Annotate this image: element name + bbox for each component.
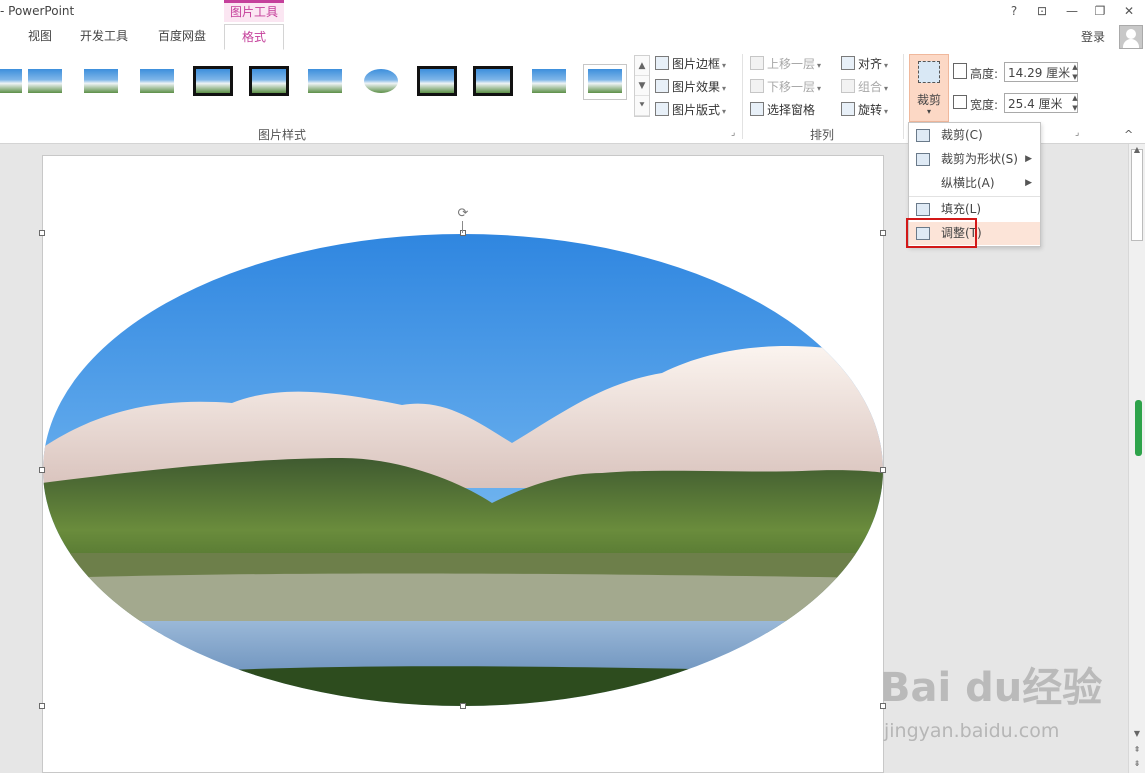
picture-style-thumb[interactable] [80, 65, 122, 99]
arrange-group-label: 排列 [810, 128, 835, 142]
picture-style-thumb[interactable] [304, 65, 346, 99]
ribbon-display-options-button[interactable]: ⊡ [1032, 2, 1052, 20]
picture-styles-launcher-icon[interactable]: ⌟ [731, 128, 735, 138]
user-avatar-icon[interactable] [1119, 25, 1143, 49]
picture-style-thumb[interactable] [583, 64, 627, 100]
menu-divider [909, 196, 1040, 197]
rotate-icon [841, 102, 855, 116]
selection-pane-icon [750, 102, 764, 116]
tab-developer[interactable]: 开发工具 [80, 24, 128, 50]
submenu-arrow-icon: ▶ [1025, 154, 1032, 164]
picture-effects-icon [655, 79, 669, 93]
title-bar [0, 0, 1145, 24]
height-label: 高度: [970, 67, 999, 81]
group-icon [841, 79, 855, 93]
minimize-button[interactable]: — [1062, 2, 1082, 20]
resize-handle[interactable] [39, 230, 45, 236]
crop-button[interactable]: 裁剪 ▾ [909, 54, 949, 122]
picture-layout-icon [655, 102, 669, 116]
ribbon-tab-row: 视图 开发工具 百度网盘 格式 登录 [0, 24, 1145, 51]
close-button[interactable]: ✕ [1119, 2, 1139, 20]
picture-effects-button[interactable]: 图片效果 ▾ [655, 77, 726, 97]
styles-gallery-scroller: ▲ ▼ ⯆ [634, 55, 650, 117]
tab-view[interactable]: 视图 [28, 24, 52, 50]
menu-item-crop[interactable]: 裁剪(C) [909, 124, 1040, 147]
picture-tools-context-label: 图片工具 [224, 0, 284, 22]
align-icon [841, 56, 855, 70]
scroll-up-icon[interactable]: ▲ [1129, 144, 1145, 156]
picture-layout-button[interactable]: 图片版式 ▾ [655, 100, 726, 120]
bring-forward-button[interactable]: 上移一层 ▾ [750, 54, 821, 74]
picture-content [43, 234, 883, 706]
resize-handle[interactable] [880, 467, 886, 473]
rotate-handle-icon[interactable]: ⟳ [456, 207, 470, 221]
picture-border-button[interactable]: 图片边框 ▾ [655, 54, 726, 74]
crop-to-shape-icon [916, 153, 930, 166]
group-separator [742, 54, 743, 139]
restore-button[interactable]: ❐ [1090, 2, 1110, 20]
next-slide-icon[interactable]: ⇟ [1129, 758, 1145, 770]
selected-picture[interactable] [42, 233, 884, 707]
picture-style-thumb[interactable] [472, 65, 514, 99]
collapse-ribbon-icon[interactable]: ^ [1124, 128, 1133, 141]
help-button[interactable]: ? [1004, 2, 1024, 20]
width-spinner[interactable]: ▲ ▼ [1069, 93, 1081, 113]
rotate-handle-stem [462, 221, 463, 233]
crop-small-icon [916, 129, 930, 142]
gallery-scroll-up-icon[interactable]: ▲ [635, 56, 649, 76]
annotation-highlight-box [906, 218, 977, 248]
gallery-more-icon[interactable]: ⯆ [635, 96, 649, 116]
gallery-scroll-down-icon[interactable]: ▼ [635, 76, 649, 96]
picture-style-thumb[interactable] [24, 65, 66, 99]
menu-item-crop-to-shape[interactable]: 裁剪为形状(S) ▶ [909, 148, 1040, 171]
picture-style-thumb[interactable] [416, 65, 458, 99]
crop-icon [918, 61, 940, 83]
resize-handle[interactable] [39, 703, 45, 709]
picture-style-thumb[interactable] [136, 65, 178, 99]
watermark-url: jingyan.baidu.com [884, 720, 1060, 742]
scrollbar-thumb[interactable] [1131, 149, 1143, 241]
picture-style-thumb[interactable] [248, 65, 290, 99]
login-link[interactable]: 登录 [1081, 28, 1105, 45]
resize-handle[interactable] [39, 467, 45, 473]
width-label: 宽度: [970, 98, 999, 112]
resize-handle[interactable] [460, 703, 466, 709]
send-backward-icon [750, 79, 764, 93]
fill-icon [916, 203, 930, 216]
tab-baidu-netdisk[interactable]: 百度网盘 [158, 24, 206, 50]
crop-dropdown-arrow-icon: ▾ [926, 107, 931, 116]
baidu-jingyan-watermark-logo: Bai du经验 [880, 665, 1103, 711]
height-icon [953, 63, 967, 79]
height-input[interactable]: 14.29 厘米 [1004, 62, 1078, 82]
scroll-position-marker [1135, 400, 1142, 456]
picture-style-thumb[interactable] [192, 65, 234, 99]
bring-forward-icon [750, 56, 764, 70]
menu-item-aspect-ratio[interactable]: 纵横比(A) ▶ [909, 172, 1040, 195]
size-launcher-icon[interactable]: ⌟ [1075, 128, 1079, 138]
width-icon [953, 95, 967, 109]
picture-style-thumb[interactable] [360, 65, 402, 99]
height-spinner[interactable]: ▲ ▼ [1069, 62, 1081, 82]
send-backward-button[interactable]: 下移一层 ▾ [750, 77, 821, 97]
submenu-arrow-icon: ▶ [1025, 178, 1032, 188]
picture-styles-group-label: 图片样式 [258, 128, 307, 142]
rotate-button[interactable]: 旋转 ▾ [841, 100, 888, 120]
scroll-down-icon[interactable]: ▼ [1129, 728, 1145, 740]
align-button[interactable]: 对齐 ▾ [841, 54, 888, 74]
group-button[interactable]: 组合 ▾ [841, 77, 888, 97]
picture-border-icon [655, 56, 669, 70]
tab-format[interactable]: 格式 [224, 24, 284, 50]
vertical-scrollbar[interactable]: ▲ ▼ ⇞ ⇟ [1128, 144, 1145, 773]
width-input[interactable]: 25.4 厘米 [1004, 93, 1078, 113]
previous-slide-icon[interactable]: ⇞ [1129, 744, 1145, 756]
app-title: - PowerPoint [0, 4, 75, 18]
group-separator [903, 54, 904, 139]
selection-pane-button[interactable]: 选择窗格 [750, 100, 815, 120]
resize-handle[interactable] [460, 230, 466, 236]
resize-handle[interactable] [880, 230, 886, 236]
picture-style-thumb[interactable] [528, 65, 570, 99]
